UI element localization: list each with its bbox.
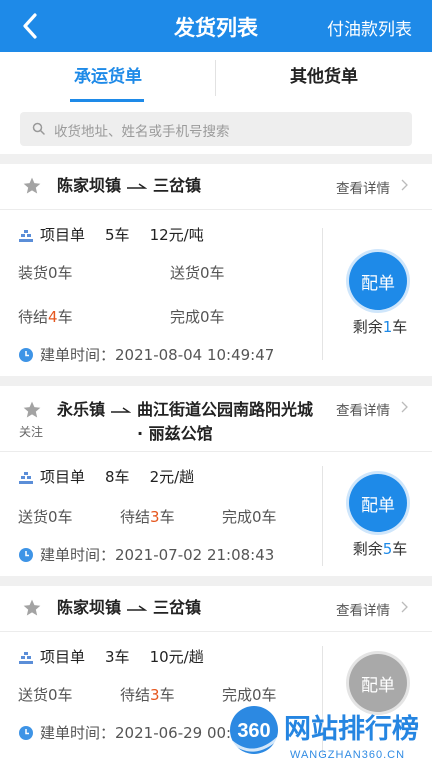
created-time: 建单时间：2021-06-29 00: [18, 722, 231, 743]
dispatch-button[interactable]: 配单 [349, 252, 407, 310]
active-tab-indicator [70, 99, 144, 102]
view-details-link[interactable]: 查看详情 [336, 599, 390, 619]
order-header: 陈家坝镇 三岔镇 查看详情 [0, 586, 432, 632]
order-header: 关注 永乐镇 曲江街道公园南路阳光城 · 丽兹公馆 查看详情 [0, 386, 432, 452]
tab-carrier-orders[interactable]: 承运货单 [0, 52, 216, 104]
clock-icon [19, 548, 33, 562]
watermark-url: WANGZHAN360.CN [290, 749, 405, 761]
pending-count: 待结3车 [120, 508, 175, 526]
order-summary: 项目单 5车 12元/吨 [18, 224, 204, 245]
origin: 陈家坝镇 [57, 598, 122, 617]
route: 陈家坝镇 三岔镇 [57, 174, 201, 198]
order-card: 关注 永乐镇 曲江街道公园南路阳光城 · 丽兹公馆 查看详情 项目单 8车 2元/趟 … [0, 386, 432, 576]
view-details-link[interactable]: 查看详情 [336, 177, 390, 197]
pending-count: 待结4车 [18, 308, 73, 326]
remaining-count: 剩余1车 [352, 318, 408, 336]
route-arrow-icon [127, 183, 148, 189]
star-icon[interactable] [22, 400, 42, 420]
search-placeholder: 收货地址、姓名或手机号搜索 [54, 124, 230, 140]
order-body: 项目单 8车 2元/趟 送货0车 待结3车 完成0车 建单时间：2021-07-02… [0, 452, 432, 576]
origin: 陈家坝镇 [57, 176, 122, 195]
loading-count: 装货0车 [18, 264, 73, 282]
watermark-name: 网站排行榜 [284, 713, 419, 745]
tab-other-orders[interactable]: 其他货单 [216, 52, 432, 104]
chevron-right-icon [401, 179, 408, 191]
star-icon[interactable] [22, 598, 42, 618]
order-summary: 项目单 8车 2元/趟 [18, 466, 194, 487]
clock-icon [19, 348, 33, 362]
watermark-badge: 360 [237, 720, 270, 742]
created-time: 建单时间：2021-07-02 21:08:43 [18, 544, 274, 565]
origin: 永乐镇 [57, 400, 106, 419]
search-icon [32, 122, 45, 135]
clock-icon [19, 726, 33, 740]
divider [322, 228, 323, 360]
delivering-count: 送货0车 [18, 686, 73, 704]
chevron-right-icon [401, 401, 408, 413]
order-card: 陈家坝镇 三岔镇 查看详情 项目单 5车 12元/吨 装货0车 送货0车 待结4车 … [0, 164, 432, 376]
destination: 三岔镇 [153, 176, 202, 195]
tab-bar: 承运货单 其他货单 [0, 52, 432, 104]
project-order-icon [19, 472, 33, 484]
route-arrow-icon [127, 605, 148, 611]
order-summary: 项目单 3车 10元/趟 [18, 646, 204, 667]
pending-count: 待结3车 [120, 686, 175, 704]
delivering-count: 送货0车 [170, 264, 225, 282]
view-details-link[interactable]: 查看详情 [336, 399, 390, 419]
route: 陈家坝镇 三岔镇 [57, 596, 201, 620]
route: 永乐镇 曲江街道公园南路阳光城 · 丽兹公馆 [57, 398, 319, 446]
remaining-count: 剩余5车 [352, 540, 408, 558]
destination: 曲江街道公园南路阳光城 · 丽兹公馆 [137, 400, 314, 443]
route-arrow-icon [111, 407, 132, 413]
dispatch-button[interactable]: 配单 [349, 474, 407, 532]
order-body: 项目单 5车 12元/吨 装货0车 送货0车 待结4车 完成0车 建单时间：2021… [0, 210, 432, 376]
created-time: 建单时间：2021-08-04 10:49:47 [18, 344, 274, 365]
watermark-logo: 360 网站排行榜 WANGZHAN360.CN [230, 706, 419, 761]
project-order-icon [19, 230, 33, 242]
order-header: 陈家坝镇 三岔镇 查看详情 [0, 164, 432, 210]
fuel-payment-list-link[interactable]: 付油款列表 [327, 15, 412, 40]
search-input[interactable]: 收货地址、姓名或手机号搜索 [20, 112, 412, 146]
top-bar: 发货列表 付油款列表 [0, 0, 432, 52]
divider [322, 466, 323, 566]
search-bar: 收货地址、姓名或手机号搜索 [0, 104, 432, 154]
project-order-icon [19, 652, 33, 664]
destination: 三岔镇 [153, 598, 202, 617]
follow-label[interactable]: 关注 [19, 423, 43, 440]
star-icon[interactable] [22, 176, 42, 196]
delivering-count: 送货0车 [18, 508, 73, 526]
chevron-right-icon [401, 601, 408, 613]
completed-count: 完成0车 [222, 508, 277, 526]
completed-count: 完成0车 [170, 308, 225, 326]
watermark: 360 网站排行榜 WANGZHAN360.CN [222, 702, 432, 764]
